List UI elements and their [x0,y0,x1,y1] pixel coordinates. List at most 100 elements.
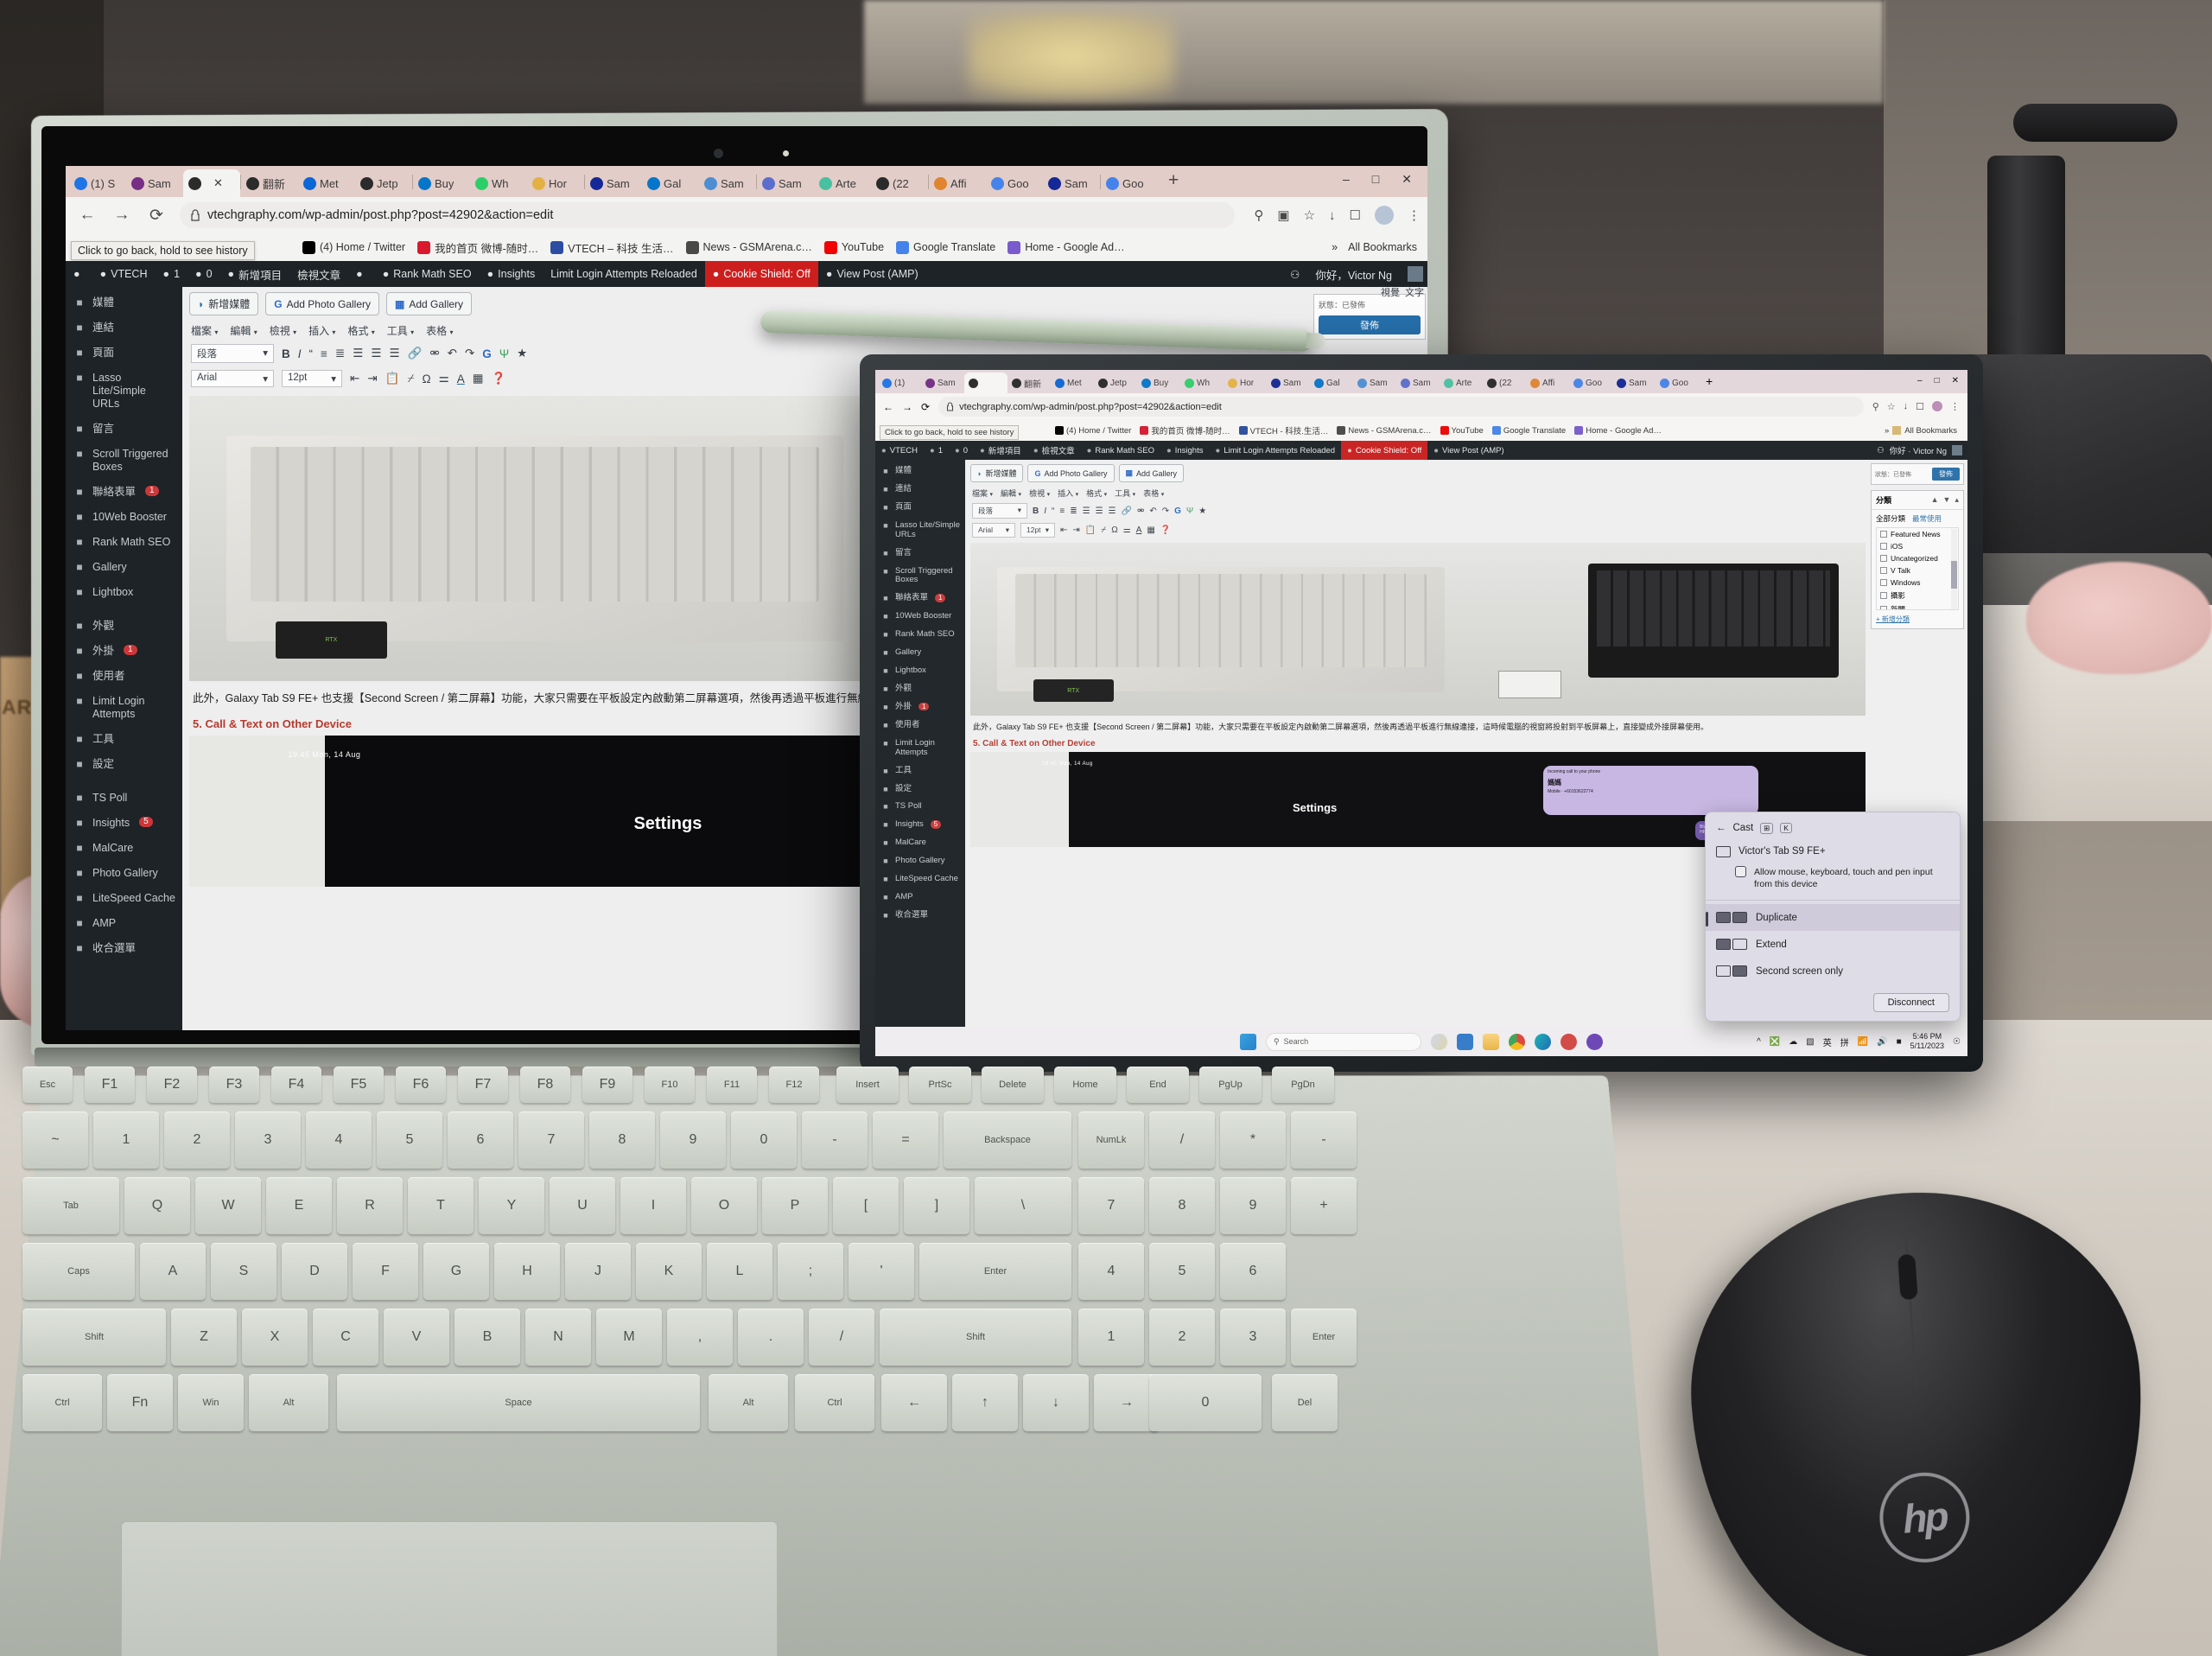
keyboard-key-[interactable]: [ [833,1177,899,1234]
tablet-wp-adminbar-item[interactable]: ● Insights [1160,446,1210,455]
browser-tab[interactable]: Gal [642,169,699,197]
volume-icon[interactable]: 🔊 [1877,1037,1887,1047]
browser-tab[interactable]: 翻新 [241,169,298,197]
keyboard-key-b[interactable]: B [454,1309,520,1366]
tablet-browser-tab[interactable]: Sam [1353,373,1396,393]
search-icon[interactable]: ⚲ [1872,401,1879,412]
undo-icon[interactable]: ↶ [1149,506,1156,516]
bullet-list-icon[interactable]: ≡ [321,347,327,360]
format-select[interactable]: 段落 ▾ [191,344,274,363]
bookmark-item[interactable]: VTECH – 科技 生活… [550,239,674,256]
keyboard-key-f11[interactable]: F11 [707,1067,757,1103]
notification-icon[interactable]: ☉ [1953,1037,1961,1047]
indent-decrease-icon[interactable]: ⇤ [1060,525,1067,535]
blockquote-icon[interactable]: “ [1052,506,1054,516]
file-explorer-icon[interactable] [1483,1033,1499,1050]
unlink-icon[interactable]: ⚮ [1137,506,1144,516]
tablet-sidebar-item[interactable]: ■ 10Web Booster [875,608,965,626]
sidebar-item--[interactable]: ■ 媒體 [66,290,182,315]
keyboard-key-pgdn[interactable]: PgDn [1272,1067,1334,1103]
battery-icon[interactable]: ■ [1897,1037,1902,1047]
keyboard-key-v[interactable]: V [384,1309,449,1366]
tablet-wp-adminbar-item[interactable]: ● View Post (AMP) [1427,446,1510,455]
link-icon[interactable]: 🔗 [408,347,423,360]
cast-icon[interactable]: ☐ [1916,401,1924,412]
keyboard-key-j[interactable]: J [565,1243,631,1300]
keyboard-key-f1[interactable]: F1 [85,1067,135,1103]
tablet-bookmark-item[interactable]: 我的首页 微博-随时… [1140,424,1230,436]
tablet-bookmark-item[interactable]: News - GSMArena.c… [1337,426,1432,436]
keyboard-key-4[interactable]: 4 [306,1111,372,1169]
keyboard-key-l[interactable]: L [707,1243,772,1300]
wp-adminbar-item[interactable]: 檢視文章 [289,261,348,287]
ime-en-icon[interactable]: 英 [1823,1035,1832,1048]
browser-tab[interactable]: Sam [585,169,642,197]
sidebar-item--[interactable]: ■ 外觀 [66,614,182,639]
tablet-browser-tab[interactable]: Sam [921,373,964,393]
tablet-bookmark-item[interactable]: Home - Google Ad… [1574,426,1662,436]
keyboard-key-q[interactable]: Q [124,1177,190,1234]
tablet-browser-tab[interactable]: (22 [1483,373,1526,393]
onedrive-icon[interactable]: ☁ [1789,1037,1797,1047]
tablet-wp-adminbar-item[interactable]: ● Cookie Shield: Off [1341,441,1428,460]
tablet-sidebar-item[interactable]: ■ Rank Math SEO [875,626,965,644]
category-item[interactable]: iOS [1877,540,1958,552]
keyboard-key-y[interactable]: Y [479,1177,544,1234]
sidebar-item--[interactable]: ■ 工具 [66,727,182,752]
tablet-browser-tab[interactable]: Sam [1396,373,1440,393]
bookmark-star-icon[interactable]: ☆ [1304,207,1315,223]
reload-icon[interactable]: ⟳ [921,401,930,413]
keyboard-key-3[interactable]: 3 [1220,1309,1286,1366]
tablet-browser-tab[interactable]: Hor [1224,373,1267,393]
tablet-sidebar-item[interactable]: ■ 工具 [875,762,965,780]
tablet-browser-tab[interactable]: (1) [878,373,921,393]
back-arrow-icon[interactable]: ← [1716,823,1726,833]
category-checkbox[interactable] [1880,579,1887,586]
tablet-sidebar-item[interactable]: ■ 頁面 [875,499,965,517]
align-left-icon[interactable]: ☰ [353,347,363,360]
sidebar-item--[interactable]: ■ 連結 [66,315,182,341]
tablet-search-box[interactable]: ⚲ Search [1266,1032,1421,1051]
bold-icon[interactable]: B [282,347,290,360]
chrome-icon[interactable] [1509,1033,1525,1050]
align-right-icon[interactable]: ☰ [389,347,399,360]
help-icon[interactable]: ❓ [1160,525,1171,535]
disconnect-button[interactable]: Disconnect [1872,993,1949,1012]
tablet-bookmark-item[interactable]: (4) Home / Twitter [1055,426,1131,436]
keyboard-key-2[interactable]: 2 [164,1111,230,1169]
category-item[interactable]: V Talk [1877,564,1958,576]
search-icon[interactable]: ⚲ [1254,207,1263,223]
chevron-up-icon[interactable]: ▲ [1931,495,1939,505]
keyboard-key-8[interactable]: 8 [1149,1177,1215,1234]
back-icon[interactable]: ← [76,206,99,225]
tablet-wp-adminbar-item[interactable]: ● Rank Math SEO [1081,446,1160,455]
editor-menu-格式[interactable]: 格式 ▾ [347,323,374,338]
tablet-editor-menu-表格[interactable]: 表格 ▾ [1143,487,1164,499]
cast-option-extend[interactable]: Extend [1706,931,1960,958]
keyboard-key-1[interactable]: 1 [93,1111,159,1169]
tablet-sidebar-item[interactable]: ■ 使用者 [875,717,965,735]
keyboard-key-win[interactable]: Win [178,1374,244,1431]
more-menu-icon[interactable]: ⋮ [1408,207,1421,223]
keyboard-key-3[interactable]: 3 [235,1111,301,1169]
keyboard-key-d[interactable]: D [282,1243,347,1300]
tablet-editor-menu-檔案[interactable]: 檔案 ▾ [972,487,993,499]
category-checkbox[interactable] [1880,606,1887,609]
tablet-sidebar-item[interactable]: ■ 媒體 [875,462,965,481]
keyboard-key-shift[interactable]: Shift [880,1309,1071,1366]
gallery-icon[interactable]: G [482,347,492,360]
keyboard-key-f5[interactable]: F5 [334,1067,384,1103]
cast-icon[interactable]: ▧ [1806,1037,1814,1047]
tablet-browser-tab[interactable]: Affi [1526,373,1569,393]
tablet-browser-tab[interactable]: Goo [1656,373,1699,393]
indent-decrease-icon[interactable]: ⇤ [350,372,359,385]
keyboard-key-[interactable]: - [1291,1111,1357,1169]
tablet-wp-adminbar-item[interactable]: ● VTECH [875,446,924,455]
sidebar-item-lightbox[interactable]: ■ Lightbox [66,580,182,605]
tablet-sidebar-item[interactable]: ■ Lightbox [875,662,965,680]
keyboard-key-6[interactable]: 6 [448,1111,513,1169]
paste-icon[interactable]: 📋 [1085,525,1096,535]
tablet-browser-tab[interactable]: Wh [1180,373,1224,393]
tablet-wp-adminbar-item[interactable]: ● 檢視文章 [1027,444,1081,457]
tablet-bookmark-item[interactable]: YouTube [1440,426,1484,436]
